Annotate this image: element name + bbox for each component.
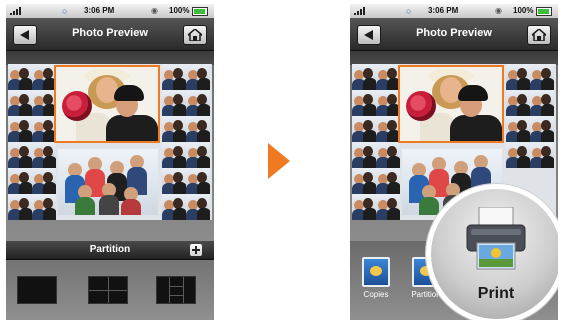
collage-thumbnail [162, 64, 186, 90]
battery-percent: 100% [169, 6, 190, 15]
single-layout-icon[interactable] [17, 276, 57, 304]
status-time: 3:06 PM [84, 6, 115, 15]
copies-button[interactable]: Copies [358, 257, 394, 305]
collage-thumbnail [376, 142, 400, 168]
photo-collage [8, 64, 212, 220]
partition-panel: Partition [6, 241, 214, 320]
collage-thumbnail [186, 168, 210, 194]
print-label: Print [477, 285, 515, 302]
copies-icon [362, 257, 390, 287]
collage-thumbnail [376, 168, 400, 194]
collage-thumbnail [352, 116, 376, 142]
collage-thumbnail [186, 64, 210, 90]
home-icon [532, 29, 546, 41]
battery-percent: 100% [513, 6, 534, 15]
collage-thumbnail [8, 116, 32, 142]
signal-icon [354, 7, 370, 15]
collage-thumbnail [8, 90, 32, 116]
collage-thumbnail [8, 142, 32, 168]
home-icon [188, 29, 202, 41]
lock-icon: ◉ [495, 6, 502, 15]
partition-title: Partition [89, 244, 131, 255]
collage-thumbnail [352, 168, 376, 194]
collage-thumbnail [32, 168, 56, 194]
group-photo [58, 149, 158, 215]
collage-thumbnail [8, 194, 32, 220]
collage-thumbnail [530, 142, 554, 168]
collage-thumbnail [376, 116, 400, 142]
phone-screen-right: ○ 3:06 PM ◉ 100% Photo Preview Copies Pa… [350, 4, 558, 320]
collage-thumbnail [186, 116, 210, 142]
navigation-bar: Photo Preview [6, 18, 214, 51]
collage-thumbnail [32, 116, 56, 142]
collage-thumbnail [352, 194, 376, 220]
lock-icon: ◉ [151, 6, 158, 15]
collage-thumbnail [32, 194, 56, 220]
collage-thumbnail [530, 90, 554, 116]
collage-thumbnail [162, 116, 186, 142]
columns-layout-icon[interactable] [156, 276, 196, 304]
collage-thumbnail [186, 90, 210, 116]
collage-thumbnail [506, 116, 530, 142]
wifi-icon: ○ [62, 6, 68, 16]
status-bar: ○ 3:06 PM ◉ 100% [350, 4, 558, 18]
collage-thumbnail [352, 64, 376, 90]
photo-preview-area [6, 51, 214, 241]
signal-icon [10, 7, 26, 15]
home-button[interactable] [527, 25, 551, 45]
home-button[interactable] [183, 25, 207, 45]
battery-icon [192, 7, 208, 16]
collage-thumbnail [352, 90, 376, 116]
collage-thumbnail [8, 64, 32, 90]
printer-icon [466, 207, 526, 270]
collage-thumbnail [506, 90, 530, 116]
collage-thumbnail [162, 90, 186, 116]
selected-photo[interactable] [398, 65, 504, 143]
status-time: 3:06 PM [428, 6, 459, 15]
collage-thumbnail [186, 194, 210, 220]
selected-photo[interactable] [54, 65, 160, 143]
four-grid-layout-icon[interactable] [88, 276, 128, 304]
copies-label: Copies [363, 290, 389, 299]
plus-icon[interactable] [190, 244, 202, 256]
partition-header: Partition [6, 241, 214, 260]
collage-thumbnail [8, 168, 32, 194]
collage-thumbnail [162, 168, 186, 194]
collage-thumbnail [32, 90, 56, 116]
collage-thumbnail [376, 90, 400, 116]
phone-screen-left: ○ 3:06 PM ◉ 100% Photo Preview Partition [6, 4, 214, 320]
collage-thumbnail [32, 64, 56, 90]
collage-thumbnail [376, 194, 400, 220]
arrow-right-icon [268, 143, 290, 179]
collage-thumbnail [506, 142, 530, 168]
print-button[interactable]: Print [426, 184, 558, 320]
collage-thumbnail [506, 64, 530, 90]
collage-thumbnail [376, 64, 400, 90]
navigation-bar: Photo Preview [350, 18, 558, 51]
collage-thumbnail [530, 116, 554, 142]
collage-thumbnail [352, 142, 376, 168]
collage-thumbnail [162, 142, 186, 168]
collage-thumbnail [530, 64, 554, 90]
battery-icon [536, 7, 552, 16]
wifi-icon: ○ [406, 6, 412, 16]
collage-thumbnail [162, 194, 186, 220]
status-bar: ○ 3:06 PM ◉ 100% [6, 4, 214, 18]
collage-thumbnail [186, 142, 210, 168]
collage-thumbnail [32, 142, 56, 168]
